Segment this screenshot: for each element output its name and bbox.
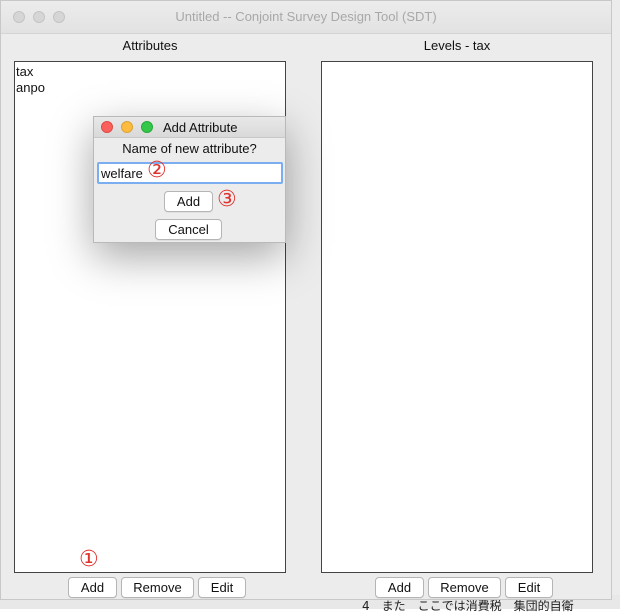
remove-attribute-button[interactable]: Remove [121, 577, 194, 598]
edit-level-button[interactable]: Edit [505, 577, 553, 598]
dialog-add-button[interactable]: Add [164, 191, 213, 212]
levels-panel-title: Levels - tax [423, 38, 491, 53]
attributes-panel-title: Attributes [122, 38, 178, 53]
step-1-annotation: ① [79, 547, 99, 572]
attribute-list-item[interactable]: tax [16, 64, 33, 80]
remove-level-button[interactable]: Remove [428, 577, 501, 598]
window-title: Untitled -- Conjoint Survey Design Tool … [175, 9, 437, 24]
dialog-close-icon[interactable] [101, 121, 113, 133]
add-attribute-button[interactable]: Add [68, 577, 117, 598]
background-document-edge [612, 0, 620, 609]
add-level-button[interactable]: Add [375, 577, 424, 598]
attribute-name-input[interactable] [97, 162, 283, 184]
dialog-cancel-button[interactable]: Cancel [155, 219, 222, 240]
attribute-list-item[interactable]: anpo [16, 80, 45, 96]
window-titlebar: Untitled -- Conjoint Survey Design Tool … [1, 1, 611, 34]
step-2-annotation: ② [147, 158, 167, 183]
dialog-minimize-icon[interactable] [121, 121, 133, 133]
step-3-annotation: ③ [217, 187, 237, 212]
add-attribute-dialog: Add Attribute Name of new attribute? Add… [93, 116, 286, 243]
dialog-titlebar: Add Attribute [94, 117, 285, 138]
edit-attribute-button[interactable]: Edit [198, 577, 246, 598]
dialog-title: Add Attribute [163, 120, 238, 135]
levels-list[interactable] [321, 61, 593, 573]
dialog-zoom-icon[interactable] [141, 121, 153, 133]
main-window: Untitled -- Conjoint Survey Design Tool … [0, 0, 612, 600]
dialog-prompt: Name of new attribute? [122, 141, 257, 156]
